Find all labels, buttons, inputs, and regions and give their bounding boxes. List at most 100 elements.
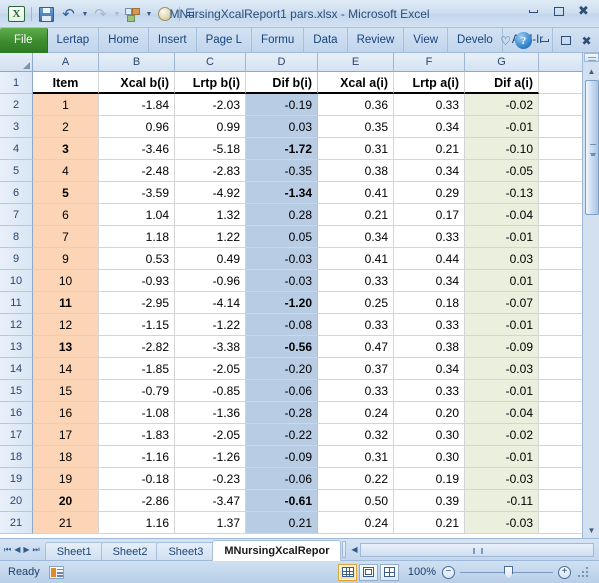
first-sheet-icon[interactable]: ⏮	[4, 545, 11, 554]
cell-dif-a[interactable]: -0.01	[465, 226, 539, 248]
cell-dif-b[interactable]: -0.19	[246, 94, 318, 116]
cell-item[interactable]: 11	[33, 292, 99, 314]
table-row[interactable]: 2 1 -1.84 -2.03 -0.19 0.36 0.33 -0.02	[0, 94, 583, 116]
table-row[interactable]: 12 12 -1.15 -1.22 -0.08 0.33 0.33 -0.01	[0, 314, 583, 336]
row-header[interactable]: 12	[0, 314, 33, 336]
table-row[interactable]: 6 5 -3.59 -4.92 -1.34 0.41 0.29 -0.13	[0, 182, 583, 204]
cell-lrtp-a[interactable]: 0.34	[394, 116, 465, 138]
table-row[interactable]: 15 15 -0.79 -0.85 -0.06 0.33 0.33 -0.01	[0, 380, 583, 402]
cell-dif-a[interactable]: -0.02	[465, 94, 539, 116]
cell-xcal-a[interactable]: 0.32	[318, 424, 394, 446]
cell-empty[interactable]	[539, 424, 583, 446]
cell-lrtp-a[interactable]: 0.21	[394, 138, 465, 160]
cell-lrtp-a[interactable]: 0.21	[394, 512, 465, 534]
cell-dif-a[interactable]: -0.03	[465, 358, 539, 380]
cell-lrtp-a[interactable]: 0.33	[394, 314, 465, 336]
cell-xcal-a[interactable]: 0.33	[318, 380, 394, 402]
page-break-view-button[interactable]	[380, 563, 399, 581]
cell-lrtp-a[interactable]: 0.30	[394, 424, 465, 446]
cell-dif-a[interactable]: 0.01	[465, 270, 539, 292]
cell-lrtp-b[interactable]: -2.03	[175, 94, 246, 116]
cell-dif-a[interactable]: -0.02	[465, 424, 539, 446]
cell-dif-a[interactable]: -0.05	[465, 160, 539, 182]
row-header[interactable]: 3	[0, 116, 33, 138]
cell-item[interactable]: 21	[33, 512, 99, 534]
tab-lertap[interactable]: Lertap	[48, 28, 100, 53]
resize-grip-icon[interactable]	[577, 566, 589, 578]
cell-xcal-b[interactable]: -2.95	[99, 292, 175, 314]
tab-developer[interactable]: Develo	[448, 28, 503, 53]
column-header-e[interactable]: E	[318, 53, 394, 72]
cell-dif-b[interactable]: 0.21	[246, 512, 318, 534]
cell-lrtp-a[interactable]: 0.38	[394, 336, 465, 358]
cell-empty[interactable]	[539, 116, 583, 138]
tab-insert[interactable]: Insert	[149, 28, 197, 53]
cell-lrtp-b[interactable]: -4.92	[175, 182, 246, 204]
cell-xcal-a[interactable]: 0.25	[318, 292, 394, 314]
tab-home[interactable]: Home	[99, 28, 149, 53]
cell-xcal-a[interactable]: 0.47	[318, 336, 394, 358]
cell-xcal-b[interactable]: -0.79	[99, 380, 175, 402]
cell-empty[interactable]	[539, 402, 583, 424]
undo-dropdown-icon[interactable]: ▼	[80, 4, 89, 25]
cell-empty[interactable]	[539, 94, 583, 116]
close-button[interactable]: ✖	[572, 3, 595, 20]
cell-empty[interactable]	[539, 468, 583, 490]
row-header[interactable]: 11	[0, 292, 33, 314]
row-header[interactable]: 18	[0, 446, 33, 468]
cell-lrtp-b[interactable]: 1.32	[175, 204, 246, 226]
cell-dif-a[interactable]: -0.10	[465, 138, 539, 160]
cell-item[interactable]: 16	[33, 402, 99, 424]
cell-item[interactable]: 1	[33, 94, 99, 116]
cell-empty[interactable]	[539, 204, 583, 226]
cell-dif-a[interactable]: -0.01	[465, 314, 539, 336]
cell-item[interactable]: 2	[33, 116, 99, 138]
table-row[interactable]: 3 2 0.96 0.99 0.03 0.35 0.34 -0.01	[0, 116, 583, 138]
cell-lrtp-a[interactable]: 0.20	[394, 402, 465, 424]
cell-lrtp-b[interactable]: -5.18	[175, 138, 246, 160]
cell-lrtp-b[interactable]: -2.05	[175, 358, 246, 380]
column-header-a[interactable]: A	[33, 53, 99, 72]
normal-view-button[interactable]	[338, 563, 357, 581]
cell-empty[interactable]	[539, 270, 583, 292]
cell-dif-a[interactable]: -0.09	[465, 336, 539, 358]
row-header[interactable]: 20	[0, 490, 33, 512]
cell-lrtp-a[interactable]: 0.33	[394, 380, 465, 402]
table-row[interactable]: 9 9 0.53 0.49 -0.03 0.41 0.44 0.03	[0, 248, 583, 270]
cell-dif-b[interactable]: 0.05	[246, 226, 318, 248]
cell-empty[interactable]	[539, 182, 583, 204]
cell-xcal-b[interactable]: 0.96	[99, 116, 175, 138]
sheet-tab-mnursingxcalreport[interactable]: MNursingXcalRepor	[212, 539, 342, 561]
column-header-h[interactable]	[539, 53, 583, 72]
cell-lrtp-b[interactable]: -3.38	[175, 336, 246, 358]
cell-item[interactable]: 4	[33, 160, 99, 182]
cell-lrtp-b[interactable]: -2.05	[175, 424, 246, 446]
cell-xcal-a[interactable]: 0.24	[318, 402, 394, 424]
row-header[interactable]: 6	[0, 182, 33, 204]
cell-dif-b[interactable]: -1.20	[246, 292, 318, 314]
cell-empty[interactable]	[539, 512, 583, 534]
cell-item[interactable]: 13	[33, 336, 99, 358]
horizontal-scrollbar[interactable]: ◀	[348, 542, 594, 557]
cell-lrtp-a[interactable]: 0.17	[394, 204, 465, 226]
cell-dif-a[interactable]: -0.07	[465, 292, 539, 314]
sheet-tab-sheet2[interactable]: Sheet2	[100, 541, 160, 561]
cell-empty[interactable]	[539, 490, 583, 512]
cell-lrtp-b[interactable]: 1.37	[175, 512, 246, 534]
table-row[interactable]: 7 6 1.04 1.32 0.28 0.21 0.17 -0.04	[0, 204, 583, 226]
cell-item[interactable]: 10	[33, 270, 99, 292]
tab-review[interactable]: Review	[348, 28, 405, 53]
cell-item[interactable]: 6	[33, 204, 99, 226]
table-row[interactable]: 21 21 1.16 1.37 0.21 0.24 0.21 -0.03	[0, 512, 583, 534]
cell-xcal-b[interactable]: -2.86	[99, 490, 175, 512]
cell-xcal-a[interactable]: 0.31	[318, 138, 394, 160]
cell-empty[interactable]	[539, 380, 583, 402]
row-header[interactable]: 19	[0, 468, 33, 490]
cell-xcal-b[interactable]: -0.18	[99, 468, 175, 490]
cell-xcal-a[interactable]: 0.37	[318, 358, 394, 380]
sheet-tab-sheet1[interactable]: Sheet1	[44, 541, 104, 561]
cell-dif-b[interactable]: -0.09	[246, 446, 318, 468]
cell-dif-a[interactable]: -0.04	[465, 204, 539, 226]
table-row[interactable]: 18 18 -1.16 -1.26 -0.09 0.31 0.30 -0.01	[0, 446, 583, 468]
page-layout-view-button[interactable]	[359, 563, 378, 581]
